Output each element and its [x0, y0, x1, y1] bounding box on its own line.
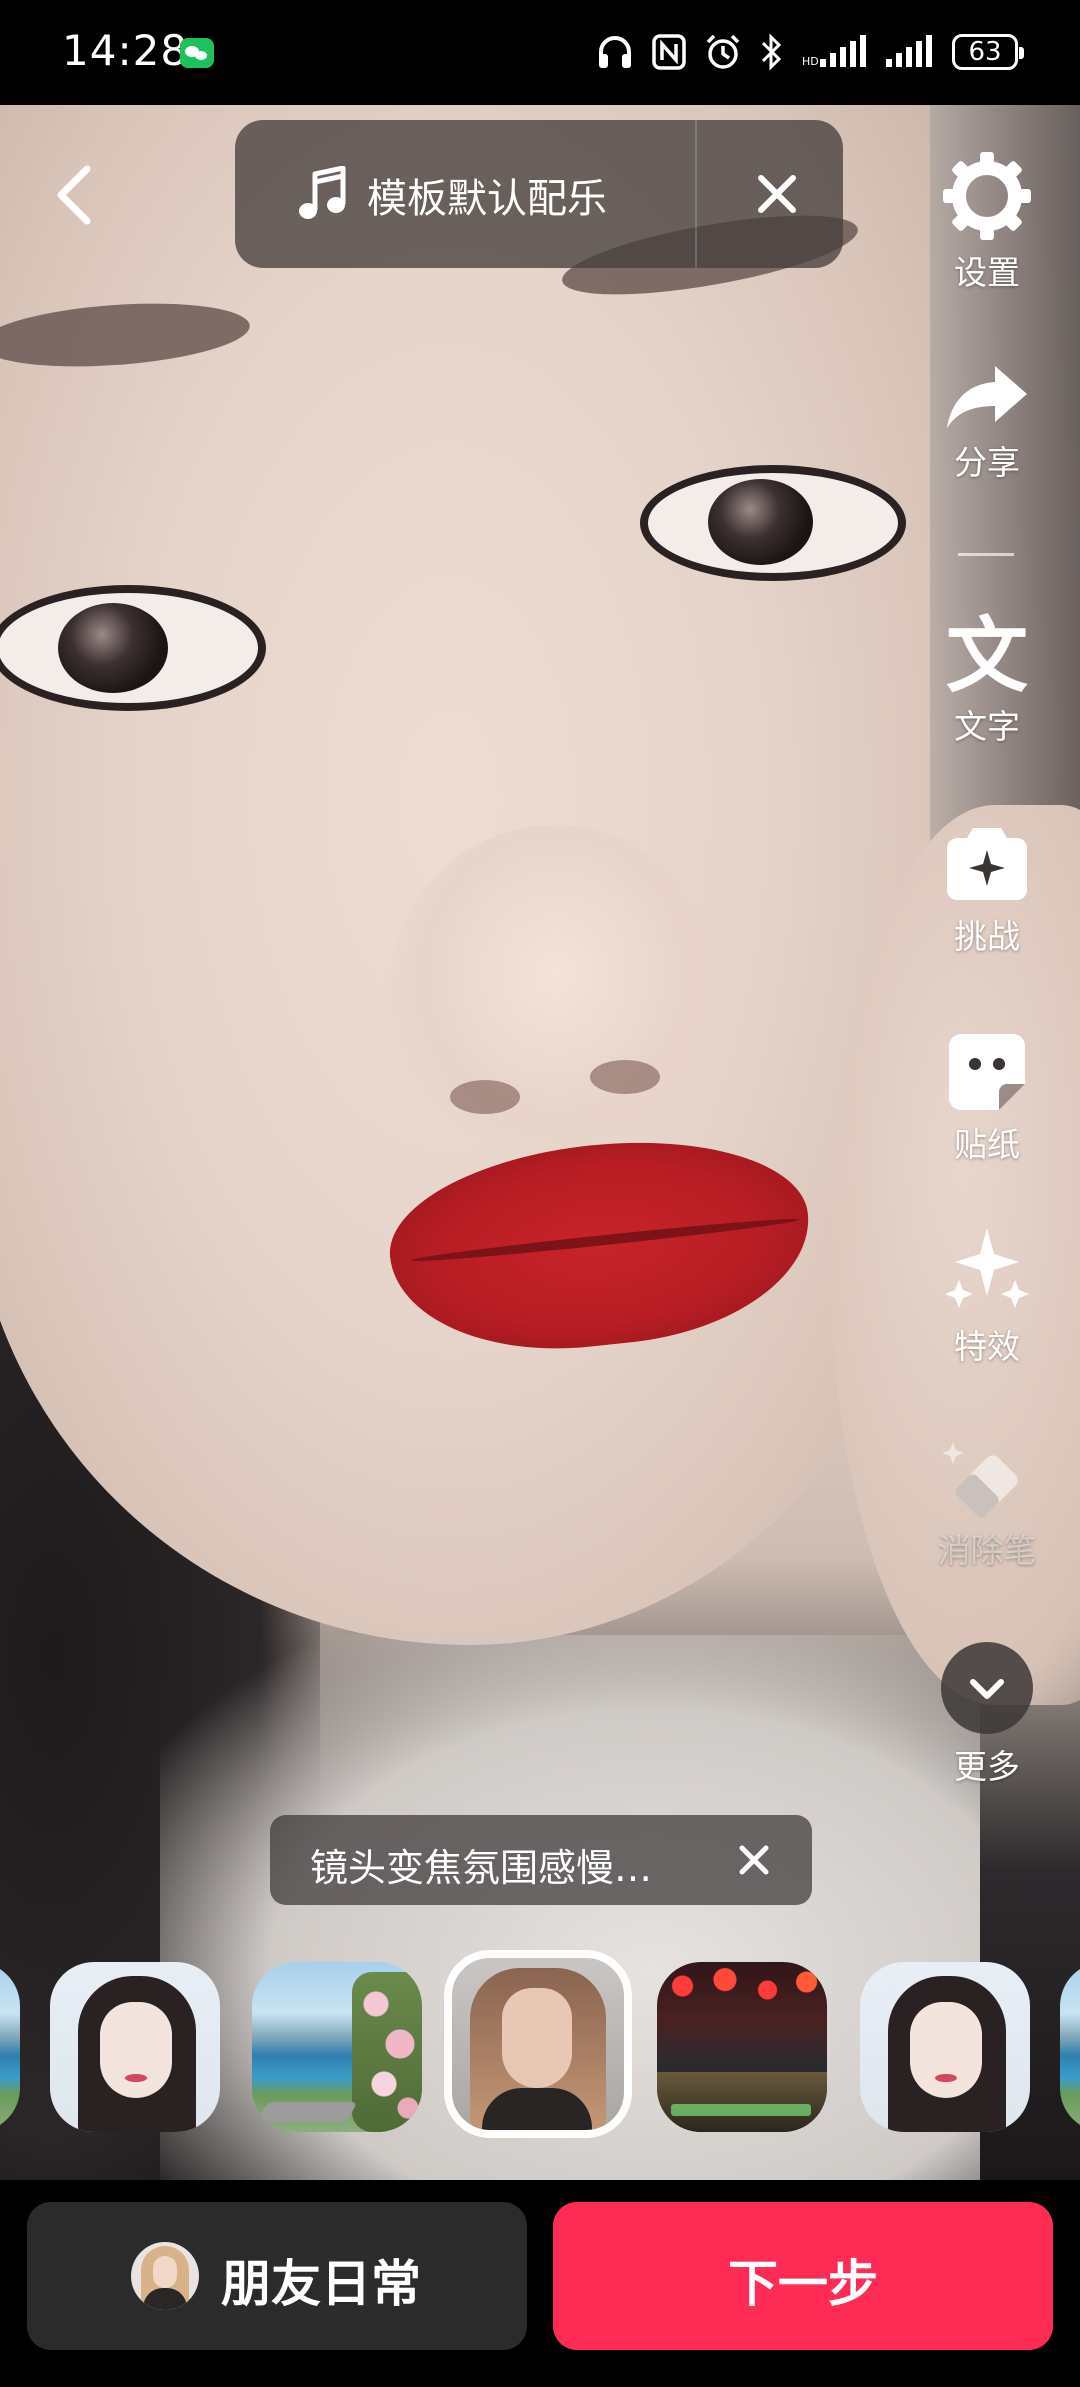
effects-button[interactable]: 特效 [917, 1224, 1057, 1368]
music-divider [695, 120, 697, 268]
status-bar: 14:28 HD 63 [0, 0, 1080, 105]
background-music-selector[interactable]: 模板默认配乐 [235, 120, 843, 268]
share-label: 分享 [954, 443, 1020, 482]
text-icon: 文 [947, 612, 1027, 696]
svg-text:文: 文 [947, 612, 1027, 696]
friends-daily-button[interactable]: 朋友日常 [27, 2202, 527, 2350]
gear-icon [943, 152, 1031, 240]
template-name: 镜头变焦氛围感慢… [310, 1846, 653, 1890]
text-button[interactable]: 文 文字 [917, 612, 1057, 748]
thumb-lamps [657, 1962, 827, 2042]
status-time: 14:28 [62, 26, 189, 75]
nose [390, 825, 720, 1155]
right-iris [708, 479, 813, 565]
effects-label: 特效 [954, 1327, 1020, 1366]
bottom-bar: 朋友日常 下一步 [0, 2180, 1080, 2387]
sparkles-icon [945, 1228, 1029, 1308]
battery-icon: 63 [952, 34, 1024, 70]
thumb-face [502, 1988, 572, 2088]
thumb-street [657, 2072, 827, 2132]
eraser-label: 消除笔 [937, 1531, 1037, 1570]
thumb-lip [125, 2074, 147, 2082]
template-thumbnail[interactable] [252, 1962, 422, 2132]
right-eye [640, 465, 906, 581]
nfc-icon [652, 34, 686, 70]
rail-divider [958, 553, 1014, 556]
screen: 14:28 HD 63 模板默认配乐 设置 分享 文 文字 挑战 贴纸 特效 消… [0, 0, 1080, 2387]
sticker-button[interactable]: 贴纸 [917, 1030, 1057, 1166]
template-thumbnail[interactable] [657, 1962, 827, 2132]
close-icon[interactable] [732, 1838, 776, 1882]
thumb-body [482, 2088, 592, 2130]
avatar [131, 2242, 199, 2310]
left-iris [58, 603, 168, 693]
music-label: 模板默认配乐 [367, 176, 607, 222]
share-arrow-icon [947, 366, 1027, 428]
avatar-face [153, 2256, 177, 2288]
signal-icon: HD [802, 35, 866, 68]
settings-button[interactable]: 设置 [917, 150, 1057, 294]
sticker-label: 贴纸 [954, 1125, 1020, 1164]
eraser-button[interactable]: 消除笔 [917, 1436, 1057, 1572]
left-eye [0, 585, 266, 711]
music-note-icon [299, 166, 346, 219]
eraser-icon [942, 1442, 1018, 1518]
challenge-label: 挑战 [954, 917, 1020, 956]
template-thumbnail-selected[interactable] [444, 1950, 632, 2138]
chevron-left-icon [57, 165, 91, 225]
thumb-road [256, 2102, 358, 2122]
template-thumbnail[interactable] [50, 1962, 220, 2132]
close-icon[interactable] [745, 162, 809, 226]
svg-text:HD: HD [802, 55, 819, 68]
share-button[interactable]: 分享 [917, 362, 1057, 484]
thumb-face [910, 2002, 982, 2098]
thumb-lip [935, 2074, 957, 2082]
challenge-icon [947, 828, 1027, 900]
back-button[interactable] [40, 160, 110, 230]
nostril-right [590, 1060, 660, 1094]
more-label: 更多 [954, 1747, 1020, 1786]
template-thumbnail[interactable] [860, 1962, 1030, 2132]
friends-daily-label: 朋友日常 [221, 2255, 421, 2313]
thumb-caption [671, 2104, 811, 2116]
text-label: 文字 [954, 707, 1020, 746]
bluetooth-icon [761, 33, 782, 71]
thumb-face [100, 2002, 172, 2098]
template-name-tip[interactable]: 镜头变焦氛围感慢… [270, 1815, 812, 1905]
headphones-icon [599, 36, 631, 68]
nostril-left [450, 1080, 520, 1114]
challenge-button[interactable]: 挑战 [917, 822, 1057, 958]
more-button[interactable]: 更多 [917, 1640, 1057, 1788]
thumb-flowers [352, 1972, 422, 2132]
settings-label: 设置 [954, 253, 1020, 292]
sticker-icon [949, 1034, 1025, 1110]
alarm-icon [706, 34, 740, 69]
chevron-down-icon [941, 1642, 1033, 1734]
status-icons: HD 63 [596, 30, 1024, 74]
wechat-icon [180, 38, 214, 68]
next-step-label: 下一步 [728, 2255, 878, 2313]
next-step-button[interactable]: 下一步 [553, 2202, 1053, 2350]
signal-icon [886, 35, 932, 67]
